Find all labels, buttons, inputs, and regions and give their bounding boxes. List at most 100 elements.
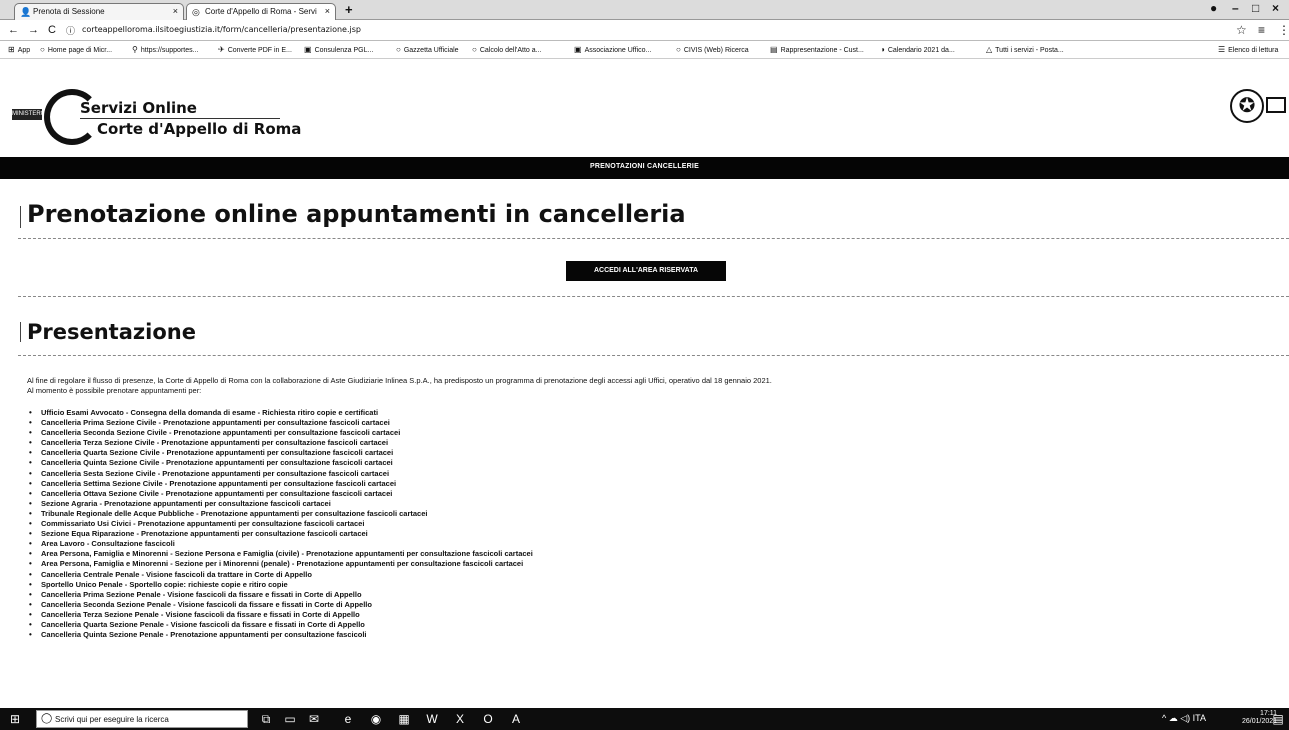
profile-icon[interactable]: ●	[1210, 1, 1217, 15]
section-title: Presentazione	[27, 320, 196, 344]
reading-list[interactable]: ☰ Elenco di lettura	[1218, 45, 1278, 54]
new-tab-button[interactable]: +	[345, 2, 353, 17]
access-reserved-area-button[interactable]: ACCEDI ALL'AREA RISERVATA	[566, 261, 726, 281]
list-item[interactable]: Cancelleria Sesta Sezione Civile - Preno…	[27, 469, 533, 479]
menu-icon[interactable]: ⋮	[1278, 23, 1289, 37]
intro-text: Al fine di regolare il flusso di presenz…	[27, 376, 1277, 396]
ministry-logo: MINISTERO	[12, 109, 45, 120]
brand-title[interactable]: Servizi Online	[80, 99, 197, 117]
apps-icon: ⊞	[8, 45, 15, 54]
servizi-online-logo	[44, 89, 100, 145]
bookmark-item[interactable]: ○ Calcolo dell'Atto a...	[472, 45, 542, 54]
list-item[interactable]: Cancelleria Quinta Sezione Penale - Pren…	[27, 630, 533, 640]
maximize-button[interactable]: □	[1252, 1, 1259, 15]
address-bar: ← → C ⓘ corteappelloroma.ilsitoegiustizi…	[0, 21, 1289, 41]
brand-divider	[80, 118, 280, 119]
list-item[interactable]: Cancelleria Prima Sezione Civile - Preno…	[27, 418, 533, 428]
start-button[interactable]: ⊞	[10, 712, 24, 726]
forward-button[interactable]: →	[28, 24, 39, 36]
drive-icon: △	[986, 45, 993, 54]
divider	[18, 355, 1289, 356]
divider	[18, 296, 1289, 297]
bookmark-item[interactable]: ✈ Converte PDF in E...	[218, 45, 292, 54]
notifications-icon[interactable]: ▤	[1270, 711, 1286, 727]
bookmark-item[interactable]: ○ Home page di Micr...	[40, 45, 112, 54]
list-item[interactable]: Cancelleria Quarta Sezione Civile - Pren…	[27, 448, 533, 458]
bookmark-star-icon[interactable]: ☆	[1236, 23, 1247, 37]
globe-icon: ○	[472, 45, 477, 54]
close-tab-icon[interactable]: ×	[325, 6, 330, 16]
tab-label: Prenota di Sessione	[33, 7, 105, 16]
close-window-button[interactable]: ×	[1272, 1, 1279, 15]
list-item[interactable]: Cancelleria Quarta Sezione Penale - Visi…	[27, 620, 533, 630]
bookmark-item[interactable]: ◑ Calendario 2021 da...	[880, 45, 955, 54]
list-item[interactable]: Ufficio Esami Avvocato - Consegna della …	[27, 408, 533, 418]
minimize-button[interactable]: –	[1232, 1, 1239, 15]
intro-lead: Al momento è possibile prenotare appunta…	[27, 386, 202, 395]
reload-button[interactable]: C	[48, 24, 56, 36]
globe-icon: ○	[676, 45, 681, 54]
link-icon: ⚲	[132, 45, 138, 54]
bookmark-app[interactable]: ⊞ App	[8, 45, 30, 54]
divider	[20, 206, 21, 228]
list-item[interactable]: Cancelleria Terza Sezione Penale - Visio…	[27, 610, 533, 620]
convert-icon: ✈	[218, 45, 225, 54]
edge-icon[interactable]: e	[340, 711, 356, 727]
list-item[interactable]: Area Lavoro - Consultazione fascicoli	[27, 539, 533, 549]
bookmark-item[interactable]: ▣ Consulenza PGL...	[304, 45, 373, 54]
excel-icon[interactable]: X	[452, 711, 468, 727]
url-field[interactable]: corteappelloroma.ilsitoegiustizia.it/for…	[82, 25, 361, 34]
list-item[interactable]: Sportello Unico Penale - Sportello copie…	[27, 580, 533, 590]
close-tab-icon[interactable]: ×	[173, 6, 178, 16]
list-item[interactable]: Cancelleria Terza Sezione Civile - Preno…	[27, 438, 533, 448]
tab-label: Corte d'Appello di Roma - Servi	[205, 7, 317, 16]
mail-icon[interactable]: ✉	[306, 711, 322, 727]
list-item[interactable]: Cancelleria Centrale Penale - Visione fa…	[27, 570, 533, 580]
bookmark-item[interactable]: ○ CIVIS (Web) Ricerca	[676, 45, 749, 54]
calendar-icon: ◑	[880, 45, 885, 54]
list-item[interactable]: Cancelleria Ottava Sezione Civile - Pren…	[27, 489, 533, 499]
site-info-icon[interactable]: ⓘ	[66, 24, 75, 37]
bookmark-item[interactable]: ○ Gazzetta Ufficiale	[396, 45, 459, 54]
list-item[interactable]: Cancelleria Quinta Sezione Civile - Pren…	[27, 458, 533, 468]
list-item[interactable]: Cancelleria Seconda Sezione Penale - Vis…	[27, 600, 533, 610]
acrobat-icon[interactable]: A	[508, 711, 524, 727]
system-tray[interactable]: ^ ☁ ◁) ITA	[1162, 713, 1206, 724]
bookmark-item[interactable]: ⚲ https://supportes...	[132, 45, 198, 54]
list-item[interactable]: Area Persona, Famiglia e Minorenni - Sez…	[27, 559, 533, 569]
store-icon[interactable]: ▦	[396, 711, 412, 727]
chrome-icon[interactable]: ◉	[368, 711, 384, 727]
windows-taskbar: ⊞ ◯ Scrivi qui per eseguire la ricerca ⧉…	[0, 708, 1289, 730]
divider	[20, 322, 21, 342]
list-item[interactable]: Cancelleria Prima Sezione Penale - Visio…	[27, 590, 533, 600]
doc-icon: ▣	[304, 45, 312, 54]
tab-corte-appello[interactable]: ◎ Corte d'Appello di Roma - Servi ×	[186, 3, 336, 20]
republic-emblem-icon: ✪	[1230, 89, 1264, 123]
outlook-icon[interactable]: O	[480, 711, 496, 727]
list-item[interactable]: Cancelleria Settima Sezione Civile - Pre…	[27, 479, 533, 489]
list-item[interactable]: Area Persona, Famiglia e Minorenni - Sez…	[27, 549, 533, 559]
back-button[interactable]: ←	[8, 24, 19, 36]
bookmark-item[interactable]: ▣ Associazione Uffico...	[574, 45, 651, 54]
file-explorer-icon[interactable]: ▭	[282, 711, 298, 727]
doc-icon: ▣	[574, 45, 582, 54]
task-view-icon[interactable]: ⧉	[258, 711, 274, 727]
list-item[interactable]: Cancelleria Seconda Sezione Civile - Pre…	[27, 428, 533, 438]
word-icon[interactable]: W	[424, 711, 440, 727]
bookmark-item[interactable]: ▤ Rappresentazione - Cust...	[770, 45, 864, 54]
taskbar-search[interactable]: ◯ Scrivi qui per eseguire la ricerca	[36, 710, 248, 728]
bookmarks-bar: ⊞ App ○ Home page di Micr... ⚲ https://supp…	[0, 42, 1289, 59]
bookmark-item[interactable]: △ Tutti i servizi - Posta...	[986, 45, 1064, 54]
list-icon: ☰	[1218, 45, 1226, 54]
list-item[interactable]: Sezione Equa Riparazione - Prenotazione …	[27, 529, 533, 539]
page-title: Prenotazione online appuntamenti in canc…	[27, 200, 686, 228]
list-item[interactable]: Commissariato Usi Civici - Prenotazione …	[27, 519, 533, 529]
tab-prenota-sessione[interactable]: 👤 Prenota di Sessione ×	[14, 3, 184, 20]
site-header: MINISTERO Servizi Online Corte d'Appello…	[0, 85, 1289, 150]
browser-tab-bar: 👤 Prenota di Sessione × ◎ Corte d'Appell…	[0, 0, 1289, 20]
list-item[interactable]: Sezione Agraria - Prenotazione appuntame…	[27, 499, 533, 509]
extensions-icon[interactable]: ≡	[1258, 23, 1265, 37]
nav-prenotazioni-cancellerie[interactable]: PRENOTAZIONI CANCELLERIE	[0, 163, 1289, 170]
globe-icon: ○	[396, 45, 401, 54]
list-item[interactable]: Tribunale Regionale delle Acque Pubblich…	[27, 509, 533, 519]
